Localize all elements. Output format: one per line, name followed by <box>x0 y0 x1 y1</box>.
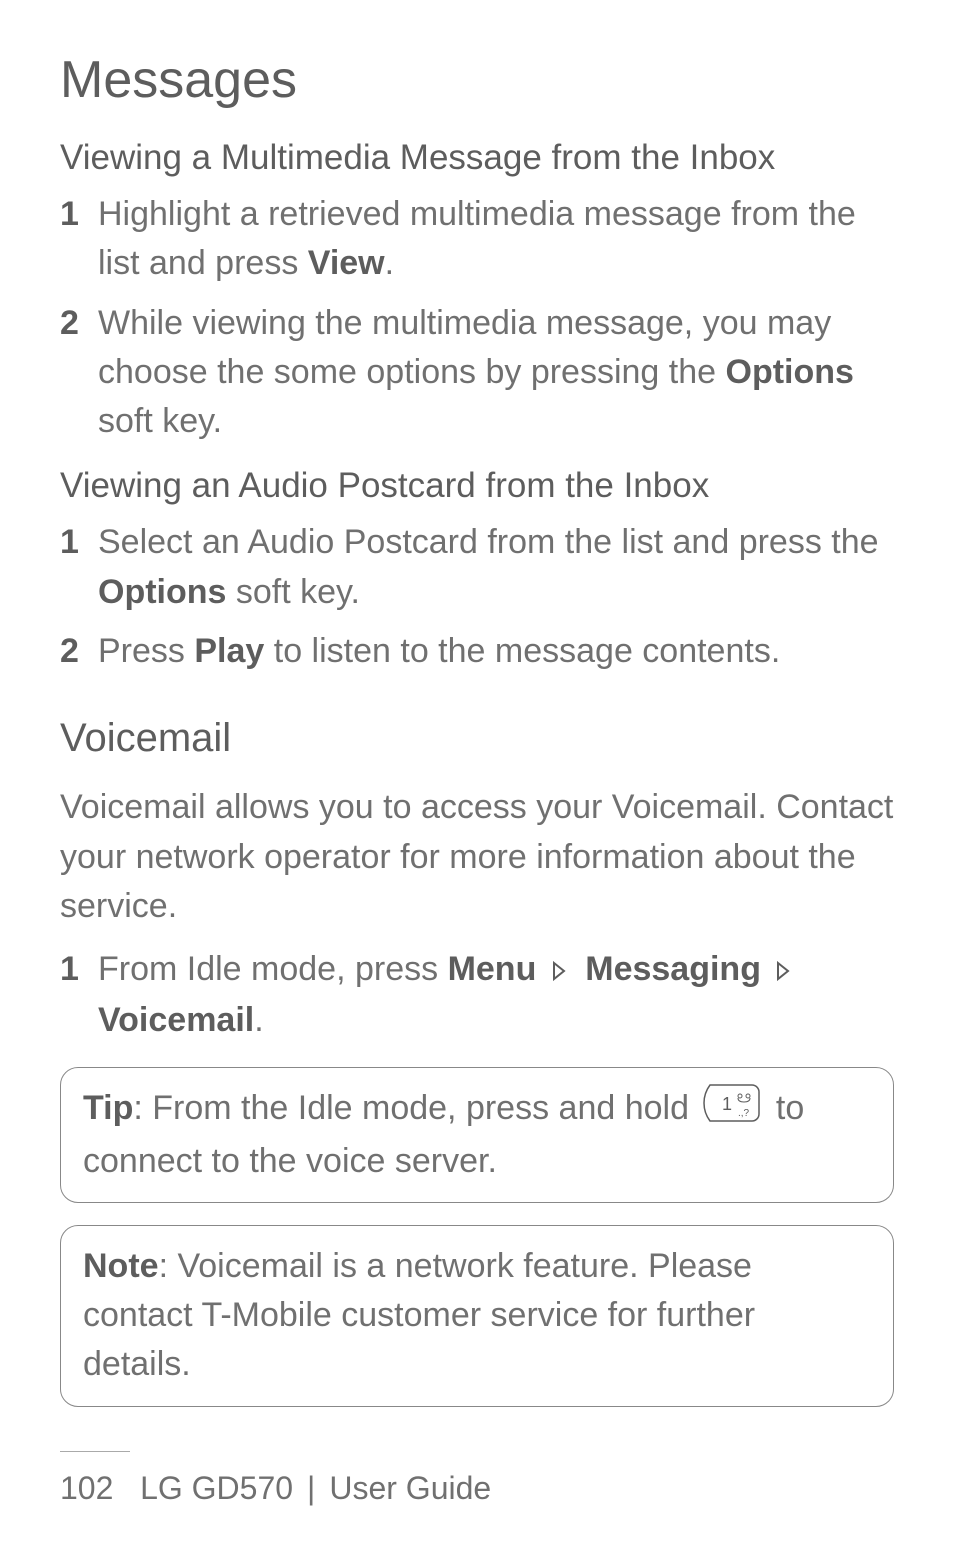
item-number: 2 <box>60 299 98 348</box>
list-item: 1 Select an Audio Postcard from the list… <box>60 518 894 617</box>
item-text: Select an Audio Postcard from the list a… <box>98 518 894 617</box>
text-post: soft key. <box>226 573 360 611</box>
note-text: : Voicemail is a network feature. Please… <box>83 1247 755 1384</box>
text-bold-menu: Menu <box>448 950 537 988</box>
text-pre: Select an Audio Postcard from the list a… <box>98 523 879 561</box>
text-bold: View <box>308 244 385 282</box>
item-text: From Idle mode, press Menu Messaging Voi… <box>98 945 894 1045</box>
tip-pre: : From the Idle mode, press and hold <box>133 1089 698 1127</box>
text-bold: Play <box>194 632 264 670</box>
text-pre: From Idle mode, press <box>98 950 448 988</box>
product-name: LG GD570 <box>140 1470 293 1506</box>
text-bold-voicemail: Voicemail <box>98 1001 254 1039</box>
svg-text:.,?: .,? <box>738 1108 750 1119</box>
text-post: . <box>385 244 394 282</box>
text-bold-messaging: Messaging <box>585 950 761 988</box>
key-1-icon: 1.,? <box>702 1084 762 1136</box>
text-post: soft key. <box>98 402 222 440</box>
list-voicemail: 1 From Idle mode, press Menu Messaging V… <box>60 945 894 1045</box>
note-box: Note: Voicemail is a network feature. Pl… <box>60 1225 894 1407</box>
item-text: Highlight a retrieved multimedia message… <box>98 190 894 289</box>
page-title: Messages <box>60 50 894 110</box>
note-label: Note <box>83 1247 159 1285</box>
item-text: Press Play to listen to the message cont… <box>98 627 894 676</box>
list-item: 1 Highlight a retrieved multimedia messa… <box>60 190 894 289</box>
section-heading-multimedia: Viewing a Multimedia Message from the In… <box>60 138 894 178</box>
item-text: While viewing the multimedia message, yo… <box>98 299 894 447</box>
tip-box: Tip: From the Idle mode, press and hold … <box>60 1067 894 1203</box>
list-item: 2 While viewing the multimedia message, … <box>60 299 894 447</box>
text-bold: Options <box>726 353 854 391</box>
svg-text:1: 1 <box>722 1094 732 1114</box>
section-heading-voicemail: Voicemail <box>60 716 894 761</box>
text-post: . <box>254 1001 263 1039</box>
text-pre: While viewing the multimedia message, yo… <box>98 304 831 391</box>
arrow-right-icon <box>550 947 572 996</box>
list-multimedia: 1 Highlight a retrieved multimedia messa… <box>60 190 894 446</box>
voicemail-description: Voicemail allows you to access your Voic… <box>60 783 894 931</box>
item-number: 1 <box>60 190 98 239</box>
footer-divider <box>60 1451 130 1452</box>
tip-label: Tip <box>83 1089 133 1127</box>
item-number: 1 <box>60 518 98 567</box>
arrow-right-icon <box>774 947 796 996</box>
text-post: to listen to the message contents. <box>264 632 780 670</box>
list-item: 1 From Idle mode, press Menu Messaging V… <box>60 945 894 1045</box>
text-bold: Options <box>98 573 226 611</box>
footer-text: 102 LG GD570 | User Guide <box>60 1470 894 1507</box>
text-pre: Press <box>98 632 194 670</box>
list-item: 2 Press Play to listen to the message co… <box>60 627 894 676</box>
section-heading-audio-postcard: Viewing an Audio Postcard from the Inbox <box>60 466 894 506</box>
footer-separator: | <box>307 1470 315 1506</box>
page-number: 102 <box>60 1470 113 1506</box>
item-number: 1 <box>60 945 98 994</box>
list-audio-postcard: 1 Select an Audio Postcard from the list… <box>60 518 894 676</box>
text-pre: Highlight a retrieved multimedia message… <box>98 195 856 282</box>
guide-label: User Guide <box>329 1470 491 1506</box>
footer: 102 LG GD570 | User Guide <box>60 1451 894 1507</box>
item-number: 2 <box>60 627 98 676</box>
